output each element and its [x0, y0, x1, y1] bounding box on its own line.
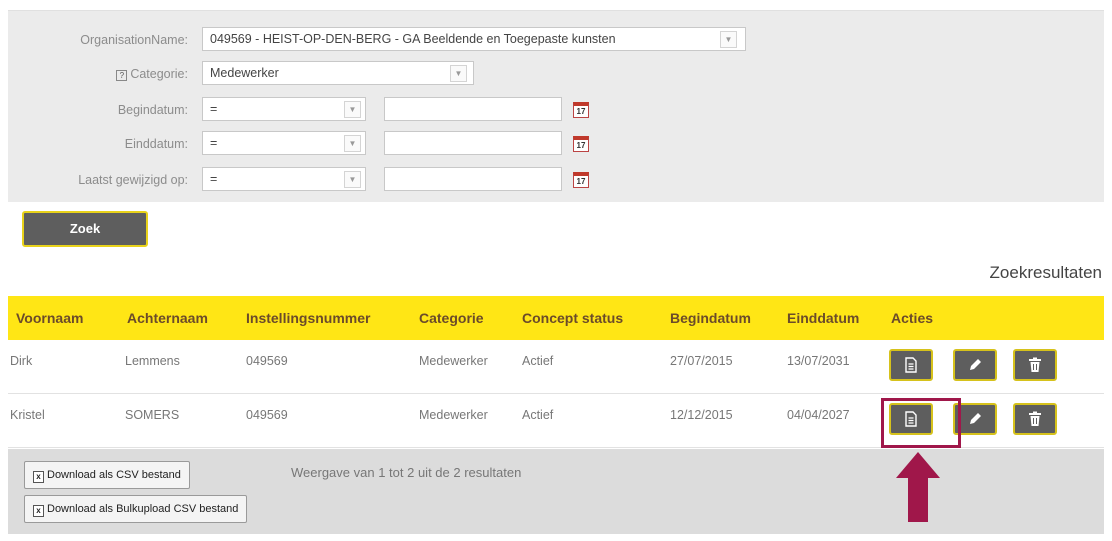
column-header-achternaam[interactable]: Achternaam	[127, 296, 208, 340]
download-bulk-label: Download als Bulkupload CSV bestand	[47, 503, 239, 515]
einddatum-operator-value: =	[210, 136, 218, 150]
cell-categorie: Medewerker	[419, 408, 488, 422]
excel-icon: x	[33, 471, 44, 483]
annotation-arrow-head	[896, 452, 940, 478]
einddatum-operator-select[interactable]: = ▼	[202, 131, 366, 155]
cell-voornaam: Dirk	[10, 354, 33, 368]
help-icon[interactable]: ?	[116, 70, 128, 81]
cell-achternaam: SOMERS	[125, 408, 180, 422]
laatst-gewijzigd-input[interactable]	[384, 167, 562, 191]
laatst-gewijzigd-operator-value: =	[210, 172, 218, 186]
table-row: Dirk Lemmens 049569 Medewerker Actief 27…	[8, 340, 1104, 394]
chevron-down-icon: ▼	[720, 31, 737, 48]
organisation-value: 049569 - HEIST-OP-DEN-BERG - GA Beeldend…	[210, 32, 616, 46]
cell-instellingsnummer: 049569	[246, 408, 288, 422]
download-csv-button[interactable]: x Download als CSV bestand	[24, 461, 190, 489]
chevron-down-icon: ▼	[344, 135, 361, 152]
cell-concept-status: Actief	[522, 408, 554, 422]
column-header-acties: Acties	[891, 310, 934, 326]
filter-panel: OrganisationName: 049569 - HEIST-OP-DEN-…	[8, 10, 1104, 202]
categorie-value: Medewerker	[210, 66, 279, 80]
calendar-icon[interactable]: 17	[573, 136, 589, 152]
column-header-begindatum[interactable]: Begindatum	[670, 296, 751, 340]
pencil-icon	[970, 359, 981, 370]
zoek-button[interactable]: Zoek	[22, 211, 148, 247]
categorie-label-group: ? Categorie:	[8, 61, 188, 87]
download-bulk-csv-button[interactable]: x Download als Bulkupload CSV bestand	[24, 495, 248, 523]
einddatum-label: Einddatum:	[124, 137, 188, 151]
column-header-instellingsnummer[interactable]: Instellingsnummer	[246, 296, 370, 340]
cell-einddatum: 04/04/2027	[787, 408, 850, 422]
cell-achternaam: Lemmens	[125, 354, 180, 368]
view-button[interactable]	[889, 349, 933, 381]
organisation-label: OrganisationName:	[80, 33, 188, 47]
download-csv-label: Download als CSV bestand	[47, 469, 181, 481]
column-header-einddatum[interactable]: Einddatum	[787, 296, 859, 340]
annotation-arrow-shaft	[908, 476, 928, 522]
begindatum-operator-select[interactable]: = ▼	[202, 97, 366, 121]
chevron-down-icon: ▼	[344, 171, 361, 188]
cell-categorie: Medewerker	[419, 354, 488, 368]
results-title: Zoekresultaten	[989, 263, 1102, 282]
column-header-voornaam[interactable]: Voornaam	[16, 296, 83, 340]
begindatum-input[interactable]	[384, 97, 562, 121]
trash-icon	[1029, 357, 1041, 372]
cell-begindatum: 27/07/2015	[670, 354, 733, 368]
pencil-icon	[970, 413, 981, 424]
document-icon	[905, 357, 917, 373]
begindatum-label: Begindatum:	[117, 103, 188, 117]
table-header: Voornaam Achternaam Instellingsnummer Ca…	[8, 296, 1104, 340]
column-header-concept-status[interactable]: Concept status	[522, 296, 623, 340]
delete-button[interactable]	[1013, 403, 1057, 435]
edit-button[interactable]	[953, 349, 997, 381]
categorie-label: Categorie:	[130, 67, 188, 81]
categorie-select[interactable]: Medewerker ▼	[202, 61, 474, 85]
page: OrganisationName: 049569 - HEIST-OP-DEN-…	[0, 0, 1112, 541]
trash-icon	[1029, 411, 1041, 426]
delete-button[interactable]	[1013, 349, 1057, 381]
calendar-icon[interactable]: 17	[573, 172, 589, 188]
cell-einddatum: 13/07/2031	[787, 354, 850, 368]
highlight-box	[881, 398, 961, 448]
cell-instellingsnummer: 049569	[246, 354, 288, 368]
einddatum-input[interactable]	[384, 131, 562, 155]
laatst-gewijzigd-operator-select[interactable]: = ▼	[202, 167, 366, 191]
chevron-down-icon: ▼	[344, 101, 361, 118]
cell-voornaam: Kristel	[10, 408, 45, 422]
cell-begindatum: 12/12/2015	[670, 408, 733, 422]
begindatum-operator-value: =	[210, 102, 218, 116]
excel-icon: x	[33, 505, 44, 517]
column-header-categorie[interactable]: Categorie	[419, 296, 484, 340]
organisation-select[interactable]: 049569 - HEIST-OP-DEN-BERG - GA Beeldend…	[202, 27, 746, 51]
cell-concept-status: Actief	[522, 354, 554, 368]
results-summary: Weergave van 1 tot 2 uit de 2 resultaten	[291, 465, 522, 480]
laatst-gewijzigd-label: Laatst gewijzigd op:	[78, 173, 188, 187]
calendar-icon[interactable]: 17	[573, 102, 589, 118]
chevron-down-icon: ▼	[450, 65, 467, 82]
